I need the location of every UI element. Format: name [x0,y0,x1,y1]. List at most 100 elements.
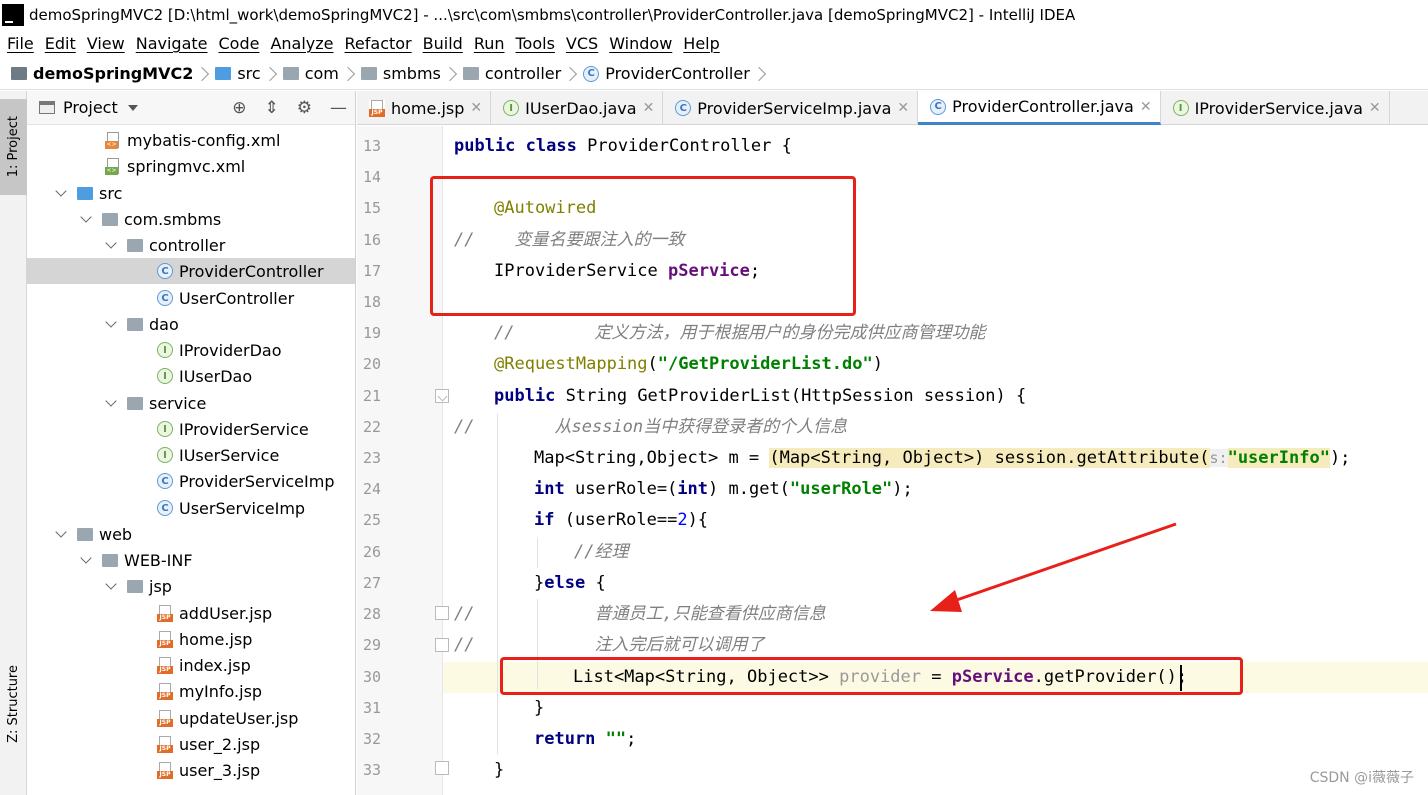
tree-item-com-smbms[interactable]: com.smbms [80,206,221,232]
tab-home-jsp[interactable]: home.jsp ✕ [357,91,492,125]
menu-file[interactable]: File [7,34,34,53]
menu-window[interactable]: Window [609,34,672,53]
breadcrumb-project[interactable]: demoSpringMVC2 [11,64,215,83]
menu-code[interactable]: Code [219,34,260,53]
tree-item-iuserservice[interactable]: I IUserService [157,442,279,468]
tree-item-web[interactable]: web [55,521,132,547]
fold-marker-icon[interactable] [435,761,449,775]
tree-item-iproviderdao[interactable]: I IProviderDao [157,337,282,363]
code-line-19: // 定义方法，用于根据用户的身份完成供应商管理功能 [494,318,985,349]
line-number: 14 [363,168,382,186]
tree-item-userserviceimp[interactable]: C UserServiceImp [157,495,305,521]
close-icon[interactable]: ✕ [1140,99,1152,115]
expand-arrow-icon[interactable] [80,552,92,564]
breadcrumb-smbms[interactable]: smbms [360,64,463,83]
tree-item-usercontroller[interactable]: C UserController [157,285,294,311]
fold-marker-icon[interactable] [435,606,449,620]
breadcrumb-label: controller [484,64,562,83]
expand-arrow-icon[interactable] [105,395,117,407]
tree-item-src[interactable]: src [55,180,122,206]
fold-marker-icon[interactable] [435,638,449,652]
close-icon[interactable]: ✕ [643,100,655,116]
tree-item-providerserviceimp[interactable]: C ProviderServiceImp [157,468,334,494]
gear-icon[interactable]: ⚙ [297,98,312,118]
tree-item-adduser-jsp[interactable]: addUser.jsp [157,600,272,626]
menu-analyze[interactable]: Analyze [270,34,333,53]
menu-tools[interactable]: Tools [516,34,555,53]
jsp-file-icon [157,630,173,648]
tab-iproviderservice[interactable]: I IProviderService.java ✕ [1161,91,1390,125]
menu-help[interactable]: Help [683,34,719,53]
fold-marker-icon[interactable] [435,389,449,403]
expand-arrow-icon[interactable] [105,578,117,590]
tree-item-providercontroller[interactable]: C ProviderController [27,258,355,284]
tree-item-mybatis-config[interactable]: mybatis-config.xml [105,127,280,153]
expand-arrow-icon[interactable] [105,237,117,249]
menu-refactor[interactable]: Refactor [345,34,412,53]
menu-edit[interactable]: Edit [45,34,76,53]
menu-navigate[interactable]: Navigate [136,34,208,53]
breadcrumb-controller[interactable]: controller [462,64,583,83]
close-icon[interactable]: ✕ [1369,100,1381,116]
close-icon[interactable]: ✕ [897,100,909,116]
hide-icon[interactable]: — [330,98,347,118]
tree-item-updateuser-jsp[interactable]: updateUser.jsp [157,705,298,731]
code-text: IProviderService [494,261,668,281]
tab-providercontroller[interactable]: C ProviderController.java ✕ [918,91,1161,125]
code-line-31: } [534,693,544,724]
tab-iuserdao[interactable]: I IUserDao.java ✕ [491,91,664,125]
field-reference: pService [668,261,750,281]
tree-item-web-inf[interactable]: WEB-INF [80,547,193,573]
line-number: 19 [363,324,382,342]
code-line-33: } [494,755,504,786]
tree-item-springmvc[interactable]: springmvc.xml [105,153,245,179]
field-reference: pService [951,667,1034,687]
structure-tool-button[interactable]: Z: Structure [0,649,27,759]
line-number: 15 [363,199,382,217]
expand-arrow-icon[interactable] [55,185,67,197]
tree-item-index-jsp[interactable]: index.jsp [157,652,251,678]
breadcrumb-com[interactable]: com [282,64,361,83]
breadcrumb-src[interactable]: src [215,64,282,83]
menu-run[interactable]: Run [474,34,505,53]
expand-arrow-icon[interactable] [80,211,92,223]
tree-item-dao[interactable]: dao [105,311,179,337]
expand-arrow-icon[interactable] [105,316,117,328]
breadcrumb-providercontroller[interactable]: C ProviderController [583,64,772,83]
jsp-file-icon [157,735,173,753]
class-icon: C [930,98,947,115]
tree-item-user3-jsp[interactable]: user_3.jsp [157,757,260,783]
project-tool-label: 1: Project [6,116,21,178]
tree-item-controller[interactable]: controller [105,232,225,258]
code-text: ); [1329,448,1351,468]
tab-providerserviceimp[interactable]: C ProviderServiceImp.java ✕ [663,91,919,125]
code-line-24: int userRole=(int) m.get("userRole"); [534,474,913,505]
line-number: 28 [363,605,382,623]
dropdown-arrow-icon[interactable] [127,104,138,111]
code-text: ( [647,354,658,374]
tree-item-iproviderservice[interactable]: I IProviderService [157,416,309,442]
tree-item-user2-jsp[interactable]: user_2.jsp [157,731,260,757]
tree-item-label: addUser.jsp [179,603,273,623]
tree-item-iuserdao[interactable]: I IUserDao [157,363,252,389]
tree-item-myinfo-jsp[interactable]: myInfo.jsp [157,678,262,704]
menu-bar: File Edit View Navigate Code Analyze Ref… [0,30,1428,56]
menu-build[interactable]: Build [423,34,463,53]
tab-label: IUserDao.java [525,98,637,118]
collapse-all-icon[interactable]: ⇕ [265,98,279,118]
tree-item-jsp[interactable]: jsp [105,573,172,599]
tree-item-label: IUserDao [179,366,253,386]
tree-item-service[interactable]: service [105,390,206,416]
breadcrumb-label: src [237,64,261,83]
locate-icon[interactable]: ⊕ [232,98,246,118]
code-editor[interactable]: 13 14 15 16 17 18 19 20 21 22 23 24 25 2… [357,126,1428,795]
menu-vcs[interactable]: VCS [566,34,598,53]
tree-item-home-jsp[interactable]: home.jsp [157,626,252,652]
project-tool-button[interactable]: 1: Project [0,99,27,195]
tree-item-label: dao [149,314,179,334]
menu-view[interactable]: View [87,34,125,53]
expand-arrow-icon[interactable] [55,526,67,538]
code-text: { [585,573,606,593]
project-panel-title[interactable]: Project [63,98,118,117]
close-icon[interactable]: ✕ [470,100,482,116]
